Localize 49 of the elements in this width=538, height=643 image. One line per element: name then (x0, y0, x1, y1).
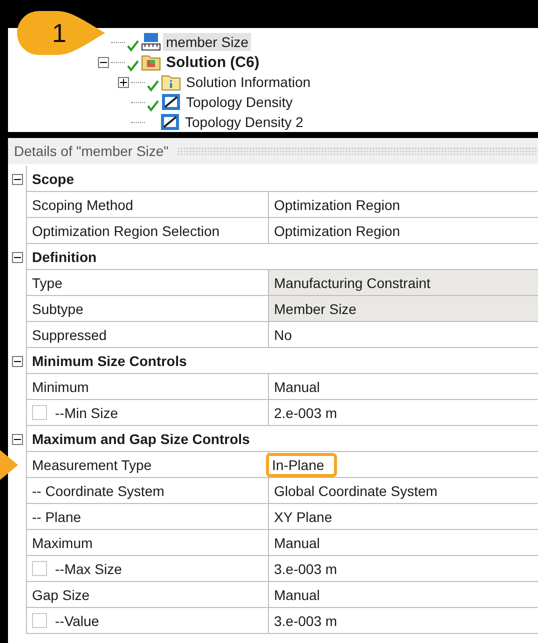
collapse-toggle[interactable] (12, 434, 22, 444)
collapse-toggle[interactable] (12, 174, 22, 184)
tree-item[interactable]: Solution Information (183, 73, 314, 91)
tree-item[interactable]: member Size (163, 33, 252, 51)
property-value[interactable]: 2.e-003 m (274, 404, 338, 420)
callout-number: 1 (52, 18, 66, 49)
property-value[interactable]: XY Plane (274, 508, 332, 524)
collapse-toggle[interactable] (12, 252, 22, 262)
property-value[interactable]: Member Size (274, 300, 356, 316)
property-value[interactable]: No (274, 326, 292, 342)
tree-item[interactable]: Topology Density (183, 93, 296, 111)
highlighted-property-value[interactable]: In-Plane (266, 452, 338, 476)
property-label: -- Plane (32, 508, 82, 524)
property-label: Suppressed (32, 326, 107, 342)
property-label: Subtype (32, 300, 84, 316)
details-title: Details of "member Size" (14, 143, 169, 159)
property-label: --Max Size (55, 560, 122, 576)
property-label: Optimization Region Selection (32, 222, 220, 238)
collapse-toggle[interactable] (12, 356, 22, 366)
property-value[interactable]: Manufacturing Constraint (274, 274, 430, 290)
property-value[interactable]: Optimization Region (274, 222, 400, 238)
expand-toggle[interactable] (118, 76, 129, 88)
property-value[interactable]: Manual (274, 586, 320, 602)
checkbox[interactable] (32, 613, 47, 628)
property-label: -- Coordinate System (32, 482, 164, 498)
property-label: --Min Size (55, 404, 118, 420)
property-label: Measurement Type (32, 456, 152, 472)
property-value[interactable]: 3.e-003 m (274, 560, 338, 576)
info-folder-icon (161, 73, 181, 91)
property-label: Maximum (32, 534, 93, 550)
ruler-icon (141, 32, 161, 52)
checkbox[interactable] (32, 561, 47, 576)
property-value[interactable]: 3.e-003 m (274, 612, 338, 628)
tree-item[interactable]: Topology Density 2 (182, 113, 306, 131)
property-label: Scoping Method (32, 196, 134, 212)
collapse-toggle[interactable] (98, 56, 109, 68)
property-label: Gap Size (32, 586, 90, 602)
property-label: Minimum (32, 378, 89, 394)
density-icon (161, 93, 181, 111)
tree-item[interactable]: Solution (C6) (163, 52, 262, 72)
property-label: --Value (55, 612, 100, 628)
property-value[interactable]: Optimization Region (274, 196, 400, 212)
property-value[interactable]: Global Coordinate System (274, 482, 438, 498)
folder-icon (141, 53, 161, 71)
plus-icon (120, 78, 127, 86)
property-value[interactable]: Manual (274, 534, 320, 550)
property-label: Type (32, 274, 62, 290)
checkbox[interactable] (32, 405, 47, 420)
property-value[interactable]: Manual (274, 378, 320, 394)
